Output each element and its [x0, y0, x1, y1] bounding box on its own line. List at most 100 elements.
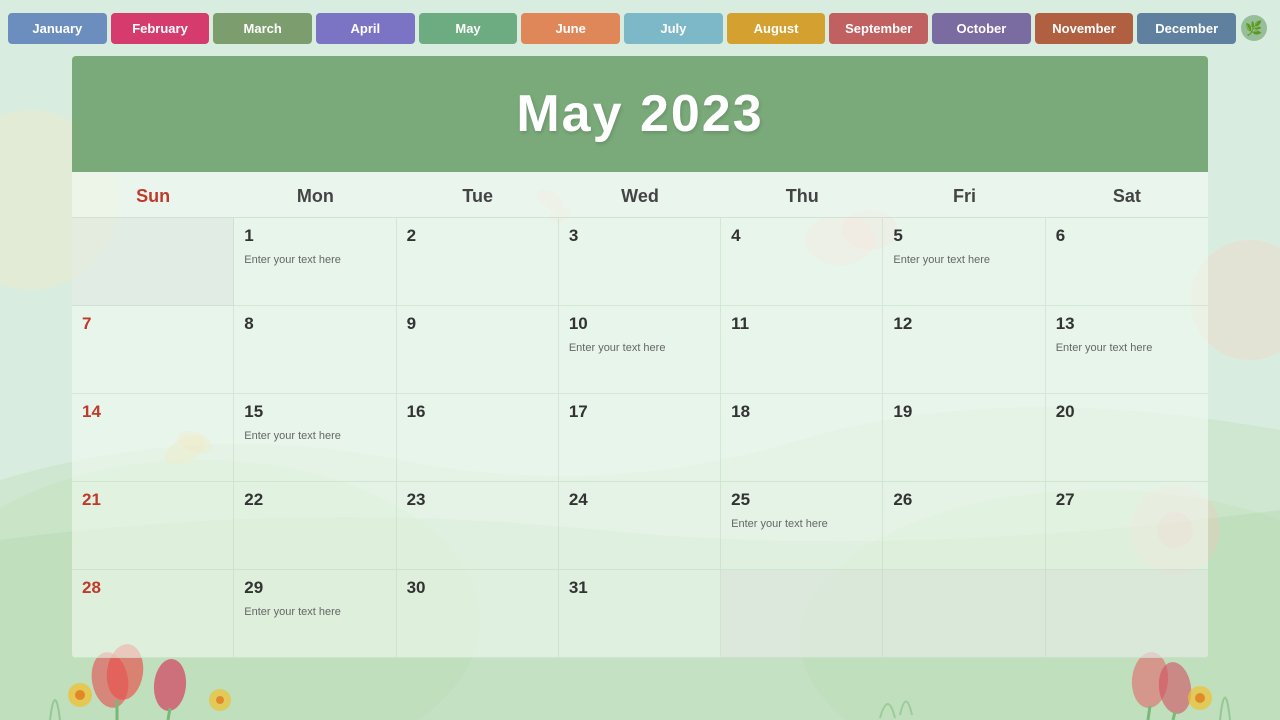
day-header-wed: Wed	[559, 172, 721, 217]
calendar-cell[interactable]: 10 Enter your text here	[559, 306, 721, 394]
cell-date-number: 24	[569, 490, 710, 510]
month-btn-may[interactable]: May	[419, 13, 518, 44]
calendar-cell[interactable]: 20	[1046, 394, 1208, 482]
calendar-cell[interactable]: 24	[559, 482, 721, 570]
cell-date-number: 10	[569, 314, 710, 334]
calendar-cell[interactable]: 8	[234, 306, 396, 394]
calendar-cell[interactable]: 19	[883, 394, 1045, 482]
day-headers-row: SunMonTueWedThuFriSat	[72, 172, 1208, 218]
cell-event-text[interactable]: Enter your text here	[244, 254, 341, 266]
month-btn-feb[interactable]: February	[111, 13, 210, 44]
cell-date-number: 12	[893, 314, 1034, 334]
month-btn-sep[interactable]: September	[829, 13, 928, 44]
calendar-cell[interactable]: 28	[72, 570, 234, 658]
calendar-cell[interactable]: 29 Enter your text here	[234, 570, 396, 658]
cell-date-number: 27	[1056, 490, 1198, 510]
cell-date-number: 3	[569, 226, 710, 246]
cell-date-number: 5	[893, 226, 1034, 246]
calendar-cell	[721, 570, 883, 658]
calendar-cell[interactable]: 27	[1046, 482, 1208, 570]
calendar-cell[interactable]: 4	[721, 218, 883, 306]
cell-date-number: 22	[244, 490, 385, 510]
calendar-cell[interactable]: 12	[883, 306, 1045, 394]
calendar-cell[interactable]: 21	[72, 482, 234, 570]
calendar-cell	[72, 218, 234, 306]
cell-date-number: 19	[893, 402, 1034, 422]
day-header-mon: Mon	[234, 172, 396, 217]
calendar-cell[interactable]: 11	[721, 306, 883, 394]
month-btn-jun[interactable]: June	[521, 13, 620, 44]
calendar-cell[interactable]: 26	[883, 482, 1045, 570]
cell-date-number: 14	[82, 402, 223, 422]
calendar-cell[interactable]: 25 Enter your text here	[721, 482, 883, 570]
calendar-cell[interactable]: 17	[559, 394, 721, 482]
day-header-sun: Sun	[72, 172, 234, 217]
day-header-thu: Thu	[721, 172, 883, 217]
calendar-cell[interactable]: 18	[721, 394, 883, 482]
calendar-cell[interactable]: 2	[397, 218, 559, 306]
month-btn-aug[interactable]: August	[727, 13, 826, 44]
cell-date-number: 8	[244, 314, 385, 334]
cell-date-number: 15	[244, 402, 385, 422]
nav-icon: 🌿	[1236, 10, 1272, 46]
calendar-cell	[883, 570, 1045, 658]
calendar-cell[interactable]: 3	[559, 218, 721, 306]
cell-date-number: 16	[407, 402, 548, 422]
month-navigation: JanuaryFebruaryMarchAprilMayJuneJulyAugu…	[0, 0, 1280, 56]
cell-date-number: 17	[569, 402, 710, 422]
cell-date-number: 26	[893, 490, 1034, 510]
calendar-container: May 2023 SunMonTueWedThuFriSat 1 Enter yo…	[72, 56, 1208, 658]
month-btn-jan[interactable]: January	[8, 13, 107, 44]
cell-date-number: 31	[569, 578, 710, 598]
calendar-header: May 2023	[72, 56, 1208, 172]
cell-date-number: 20	[1056, 402, 1198, 422]
month-btn-dec[interactable]: December	[1137, 13, 1236, 44]
day-header-sat: Sat	[1046, 172, 1208, 217]
calendar-cell[interactable]: 6	[1046, 218, 1208, 306]
cell-date-number: 23	[407, 490, 548, 510]
day-header-fri: Fri	[883, 172, 1045, 217]
cell-event-text[interactable]: Enter your text here	[731, 518, 828, 530]
calendar-cell[interactable]: 15 Enter your text here	[234, 394, 396, 482]
cell-date-number: 28	[82, 578, 223, 598]
month-btn-jul[interactable]: July	[624, 13, 723, 44]
cell-date-number: 30	[407, 578, 548, 598]
calendar-cell[interactable]: 14	[72, 394, 234, 482]
calendar-cell[interactable]: 23	[397, 482, 559, 570]
cell-date-number: 4	[731, 226, 872, 246]
cell-date-number: 21	[82, 490, 223, 510]
cell-event-text[interactable]: Enter your text here	[1056, 342, 1153, 354]
month-btn-mar[interactable]: March	[213, 13, 312, 44]
cell-date-number: 9	[407, 314, 548, 334]
calendar-cell[interactable]: 1 Enter your text here	[234, 218, 396, 306]
day-header-tue: Tue	[397, 172, 559, 217]
cell-date-number: 18	[731, 402, 872, 422]
calendar-cell[interactable]: 22	[234, 482, 396, 570]
cell-date-number: 2	[407, 226, 548, 246]
calendar-cell	[1046, 570, 1208, 658]
cell-date-number: 6	[1056, 226, 1198, 246]
calendar-cell[interactable]: 30	[397, 570, 559, 658]
calendar-cell[interactable]: 7	[72, 306, 234, 394]
cell-date-number: 11	[731, 314, 872, 334]
calendar-cell[interactable]: 31	[559, 570, 721, 658]
cell-date-number: 13	[1056, 314, 1198, 334]
cell-event-text[interactable]: Enter your text here	[244, 430, 341, 442]
calendar-title: May 2023	[72, 84, 1208, 144]
cell-event-text[interactable]: Enter your text here	[569, 342, 666, 354]
svg-text:🌿: 🌿	[1245, 20, 1262, 37]
month-btn-oct[interactable]: October	[932, 13, 1031, 44]
calendar-grid: 1Enter your text here2345Enter your text…	[72, 218, 1208, 658]
cell-date-number: 7	[82, 314, 223, 334]
cell-event-text[interactable]: Enter your text here	[893, 254, 990, 266]
cell-event-text[interactable]: Enter your text here	[244, 606, 341, 618]
month-btn-apr[interactable]: April	[316, 13, 415, 44]
cell-date-number: 29	[244, 578, 385, 598]
calendar-cell[interactable]: 5 Enter your text here	[883, 218, 1045, 306]
calendar-cell[interactable]: 13 Enter your text here	[1046, 306, 1208, 394]
cell-date-number: 25	[731, 490, 872, 510]
calendar-cell[interactable]: 16	[397, 394, 559, 482]
cell-date-number: 1	[244, 226, 385, 246]
month-btn-nov[interactable]: November	[1035, 13, 1134, 44]
calendar-cell[interactable]: 9	[397, 306, 559, 394]
